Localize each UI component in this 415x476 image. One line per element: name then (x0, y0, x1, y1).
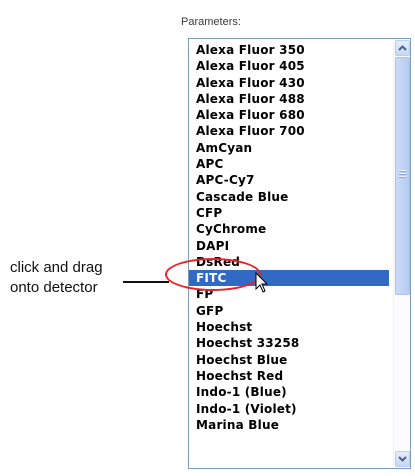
annotation-line-1: click and drag (10, 259, 103, 276)
chevron-up-icon (398, 45, 407, 51)
scroll-down-button[interactable] (395, 451, 410, 467)
parameters-label: Parameters: (181, 16, 241, 28)
parameter-item[interactable]: Hoechst 33258 (189, 335, 389, 351)
parameter-item[interactable]: CFP (189, 205, 389, 221)
vertical-scrollbar[interactable] (393, 39, 410, 468)
parameter-item[interactable]: AmCyan (189, 140, 389, 156)
scrollbar-thumb[interactable] (395, 57, 410, 295)
parameters-listbox[interactable]: Alexa Fluor 350 Alexa Fluor 405 Alexa Fluo… (188, 38, 411, 469)
thumb-grip-icon (399, 170, 406, 178)
annotation-callout-line (123, 281, 169, 283)
parameter-item[interactable]: Indo-1 (Violet) (189, 401, 389, 417)
parameter-item[interactable]: Alexa Fluor 405 (189, 58, 389, 74)
parameter-item[interactable]: APC-Cy7 (189, 172, 389, 188)
parameter-item[interactable]: GFP (189, 303, 389, 319)
chevron-down-icon (398, 456, 407, 462)
parameter-item[interactable]: Hoechst Blue (189, 352, 389, 368)
parameter-item[interactable]: Hoechst (189, 319, 389, 335)
parameter-item[interactable]: Cascade Blue (189, 189, 389, 205)
parameter-item[interactable]: Hoechst Red (189, 368, 389, 384)
highlight-ellipse (165, 258, 261, 291)
parameter-item[interactable]: Alexa Fluor 350 (189, 42, 389, 58)
parameter-item[interactable]: Alexa Fluor 680 (189, 107, 389, 123)
parameter-item[interactable]: DAPI (189, 238, 389, 254)
scroll-up-button[interactable] (395, 40, 410, 56)
annotation-line-2: onto detector (10, 279, 98, 296)
parameter-item[interactable]: Alexa Fluor 430 (189, 75, 389, 91)
parameter-item[interactable]: Alexa Fluor 488 (189, 91, 389, 107)
parameter-item[interactable]: CyChrome (189, 221, 389, 237)
parameters-list: Alexa Fluor 350 Alexa Fluor 405 Alexa Fluo… (189, 42, 389, 433)
parameter-item[interactable]: Indo-1 (Blue) (189, 384, 389, 400)
parameter-item[interactable]: APC (189, 156, 389, 172)
arrow-cursor-icon (255, 272, 269, 293)
parameter-item[interactable]: Marina Blue (189, 417, 389, 433)
parameter-item[interactable]: Alexa Fluor 700 (189, 123, 389, 139)
drag-instruction-annotation: click and drag onto detector (10, 258, 103, 298)
